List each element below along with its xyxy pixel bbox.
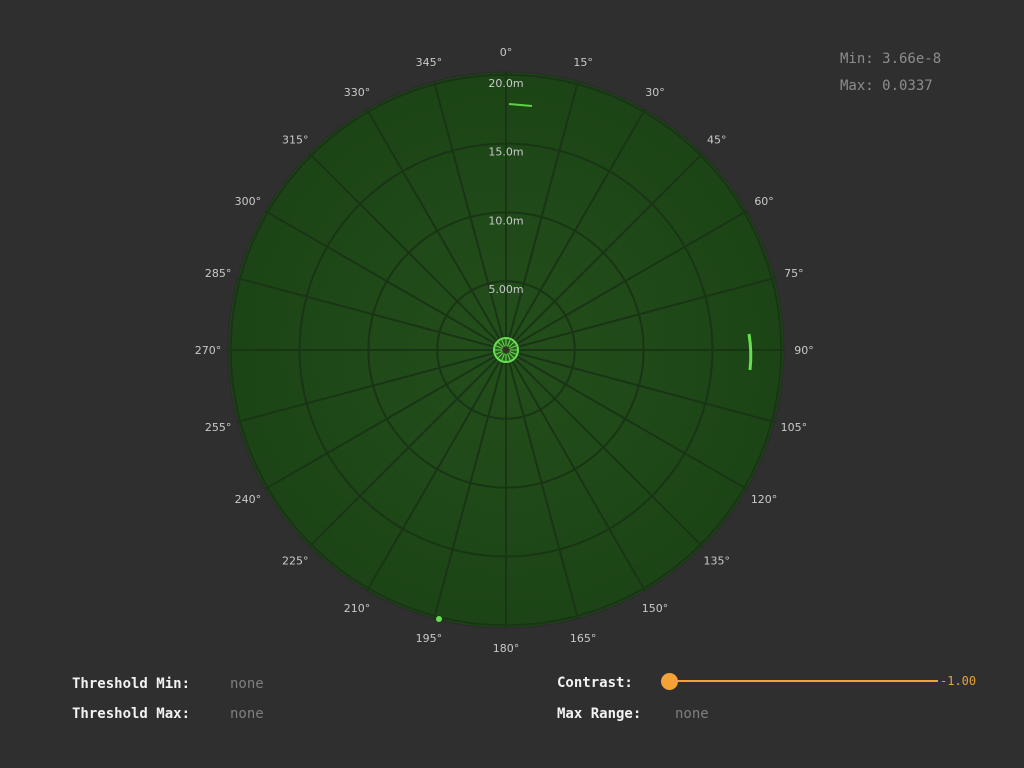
angle-label: 255°: [205, 421, 232, 434]
angle-label: 75°: [784, 267, 804, 280]
echo-bottom: [436, 616, 442, 622]
range-label: 5.00m: [488, 283, 523, 296]
angle-label: 285°: [205, 267, 232, 280]
angle-label: 165°: [570, 632, 597, 645]
angle-label: 240°: [235, 493, 262, 506]
angle-label: 300°: [235, 195, 262, 208]
angle-label: 30°: [645, 86, 665, 99]
angle-label: 45°: [707, 133, 727, 146]
angle-label: 60°: [754, 195, 774, 208]
threshold-min-label: Threshold Min:: [72, 676, 191, 692]
angle-label: 315°: [282, 133, 309, 146]
angle-label: 135°: [703, 555, 730, 568]
angle-label: 15°: [573, 56, 593, 69]
angle-label: 210°: [344, 602, 371, 615]
sonar-viewer: 5.00m 10.0m 15.0m 20.0m 0° 15° 30° 45° 60° 75° 90…: [0, 0, 1024, 768]
range-label: 10.0m: [488, 214, 523, 227]
angle-label: 270°: [195, 344, 222, 357]
sonar-origin: [493, 337, 519, 363]
echo-right: [747, 333, 753, 371]
range-label: 20.0m: [488, 77, 523, 90]
angle-label: 150°: [642, 602, 669, 615]
range-label: 15.0m: [488, 146, 523, 159]
angle-label: 0°: [500, 46, 513, 59]
angle-label: 195°: [416, 632, 443, 645]
threshold-max-label: Threshold Max:: [72, 706, 191, 722]
angle-label: 120°: [751, 493, 778, 506]
contrast-slider-handle[interactable]: [661, 673, 678, 690]
angle-label: 90°: [794, 344, 814, 357]
stat-min: Min: 3.66e-8: [840, 51, 942, 67]
contrast-value: -1.00: [940, 674, 977, 688]
threshold-min-value[interactable]: none: [230, 676, 264, 692]
value-stats: Min: 3.66e-8 Max: 0.0337: [840, 46, 941, 100]
origin-dot: [503, 347, 509, 353]
max-range-label: Max Range:: [557, 706, 642, 722]
contrast-label: Contrast:: [557, 675, 633, 691]
stat-max: Max: 0.0337: [840, 78, 933, 94]
angle-label: 180°: [493, 642, 520, 655]
max-range-value[interactable]: none: [675, 706, 709, 722]
threshold-max-value[interactable]: none: [230, 706, 264, 722]
angle-label: 225°: [282, 555, 309, 568]
contrast-slider-track[interactable]: [670, 680, 938, 682]
angle-label: 330°: [344, 86, 371, 99]
angle-label: 105°: [781, 421, 808, 434]
angle-label: 345°: [416, 56, 443, 69]
